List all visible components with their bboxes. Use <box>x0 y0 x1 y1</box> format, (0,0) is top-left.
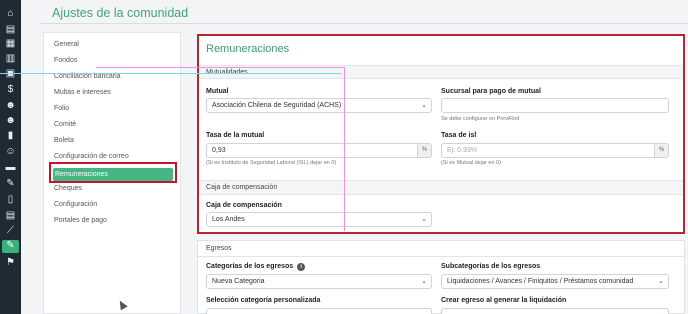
info-icon[interactable]: i <box>297 263 306 271</box>
chat-icon[interactable]: ▬ <box>4 162 17 173</box>
list-icon[interactable]: ▦ <box>4 38 17 49</box>
seleccion-label: Selección categoría personalizada <box>206 297 321 304</box>
categorias-label-text: Categorías de los egresos <box>206 263 294 270</box>
page-title: Ajustes de la comunidad <box>52 6 189 20</box>
flag-icon[interactable]: ⚑ <box>4 257 17 268</box>
guide-line <box>96 67 345 68</box>
chart-icon[interactable]: ⟋ <box>4 225 17 236</box>
group-icon[interactable]: ☻ <box>4 115 17 126</box>
menu-item-general[interactable]: General <box>54 41 79 48</box>
subcategorias-value: Liquidaciones / Avances / Finiquitos / P… <box>447 278 634 285</box>
menu-item-cheques[interactable]: Cheques <box>54 185 82 192</box>
highlight-frame <box>197 34 685 234</box>
person-icon[interactable]: ☺ <box>4 146 17 157</box>
egresos-divider <box>198 256 684 257</box>
settings-menu: General Fondos Conciliación bancaria Mul… <box>43 32 181 314</box>
crear-egreso-label: Crear egreso al generar la liquidación <box>441 297 567 304</box>
chevron-down-icon: ⌄ <box>658 278 664 285</box>
categorias-value: Nueva Categoria <box>212 278 265 285</box>
home-icon[interactable]: ⌂ <box>4 8 17 19</box>
menu-item-configuracion[interactable]: Configuración <box>54 201 97 208</box>
briefcase-icon[interactable]: ▮ <box>4 130 17 141</box>
subcategorias-label: Subcategorías de los egresos <box>441 263 541 270</box>
phone-icon[interactable]: ▯ <box>4 194 17 205</box>
categorias-select[interactable]: Nueva Categoria ⌄ <box>206 274 432 289</box>
guide-line <box>344 67 345 231</box>
menu-item-portales[interactable]: Portales de pago <box>54 217 107 224</box>
wrench-icon[interactable]: ✎ <box>4 178 17 189</box>
menu-item-comite[interactable]: Comité <box>54 121 76 128</box>
app-navigation-rail: ⌂ ▤ ▦ ▥ ▣ $ ☻ ☻ ▮ ☺ ▬ ✎ ▯ ▤ ⟋ ✎ ⚑ <box>0 0 21 314</box>
users-icon[interactable]: ☻ <box>4 100 17 111</box>
document-icon[interactable]: ▤ <box>4 24 17 35</box>
egresos-heading: Egresos <box>206 245 232 252</box>
dollar-icon[interactable]: $ <box>4 84 17 95</box>
tool-icon[interactable]: ✎ <box>2 240 19 253</box>
crear-egreso-select[interactable] <box>441 308 669 314</box>
document-icon[interactable]: ▤ <box>4 210 17 221</box>
guide-line <box>0 73 342 74</box>
menu-item-correo[interactable]: Configuración de correo <box>54 153 129 160</box>
calendar-icon[interactable]: ▥ <box>4 53 17 64</box>
seleccion-select[interactable] <box>206 308 432 314</box>
chevron-down-icon: ⌄ <box>421 278 427 285</box>
menu-item-folio[interactable]: Folio <box>54 105 69 112</box>
subcategorias-select[interactable]: Liquidaciones / Avances / Finiquitos / P… <box>441 274 669 289</box>
categorias-label: Categorías de los egresos i <box>206 263 306 271</box>
menu-item-multas[interactable]: Multas e intereses <box>54 89 111 96</box>
menu-item-boleta[interactable]: Boleta <box>54 137 74 144</box>
menu-item-conciliacion[interactable]: Conciliación bancaria <box>54 73 121 80</box>
title-divider <box>40 23 688 24</box>
highlight-box <box>49 162 177 183</box>
menu-item-fondos[interactable]: Fondos <box>54 57 77 64</box>
